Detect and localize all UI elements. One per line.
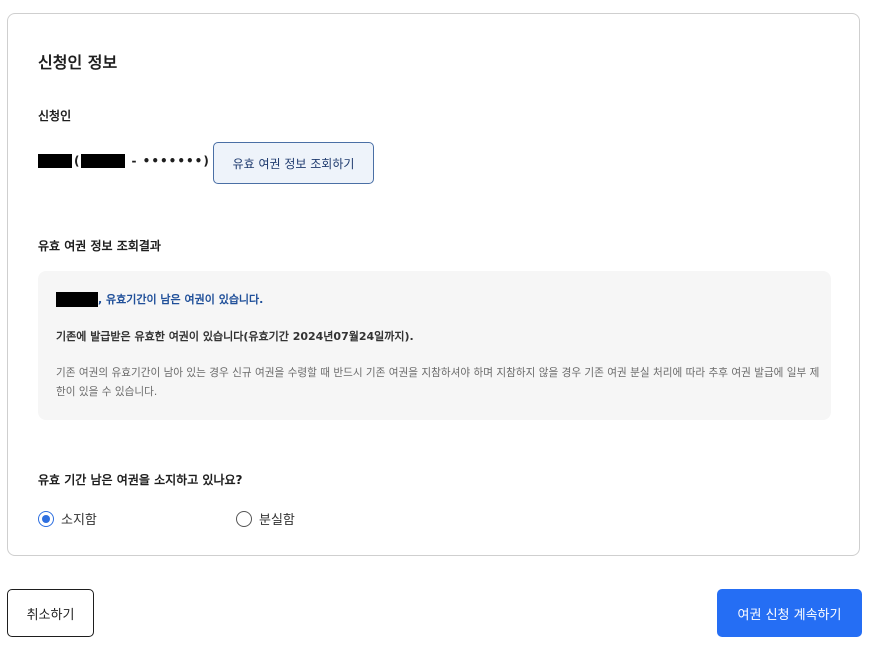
result-subtext: 기존에 발급받은 유효한 여권이 있습니다(유효기간 2024년07월24일까지…: [56, 330, 414, 343]
radio-dot: [42, 514, 50, 523]
radio-unselected-icon[interactable]: [236, 510, 252, 527]
radio-selected-icon[interactable]: [38, 510, 54, 527]
continue-application-button[interactable]: 여권 신청 계속하기: [717, 589, 862, 637]
open-paren: (: [74, 154, 80, 168]
card-title: 신청인 정보: [38, 53, 118, 72]
applicant-identity: ( - •••••••): [38, 154, 210, 168]
result-box: , 유효기간이 남은 여권이 있습니다. 기존에 발급받은 유효한 여권이 있습…: [38, 271, 831, 420]
cancel-button[interactable]: 취소하기: [7, 589, 94, 637]
masked-rrn-suffix: - •••••••): [131, 154, 210, 168]
possession-radio-group: 소지함 분실함: [38, 509, 438, 533]
result-label: 유효 여권 정보 조회결과: [38, 239, 161, 253]
lookup-valid-passport-button[interactable]: 유효 여권 정보 조회하기: [213, 142, 374, 184]
radio-label-possess: 소지함: [61, 513, 97, 528]
radio-option-lost[interactable]: 분실함: [236, 509, 295, 528]
redacted-holder-name: [56, 291, 98, 307]
redacted-rrn: [81, 154, 126, 168]
radio-option-possess[interactable]: 소지함: [38, 509, 97, 528]
result-description: 기존 여권의 유효기간이 남아 있는 경우 신규 여권을 수령할 때 반드시 기…: [56, 367, 820, 398]
redacted-name: [38, 154, 72, 168]
result-headline-text: , 유효기간이 남은 여권이 있습니다.: [98, 293, 264, 306]
result-headline: , 유효기간이 남은 여권이 있습니다.: [56, 291, 263, 307]
possession-question: 유효 기간 남은 여권을 소지하고 있나요?: [38, 473, 243, 487]
applicant-info-card: 신청인 정보 신청인 ( - •••••••) 유효 여권 정보 조회하기 유효…: [7, 13, 860, 556]
applicant-label: 신청인: [38, 109, 72, 123]
radio-label-lost: 분실함: [259, 513, 295, 528]
